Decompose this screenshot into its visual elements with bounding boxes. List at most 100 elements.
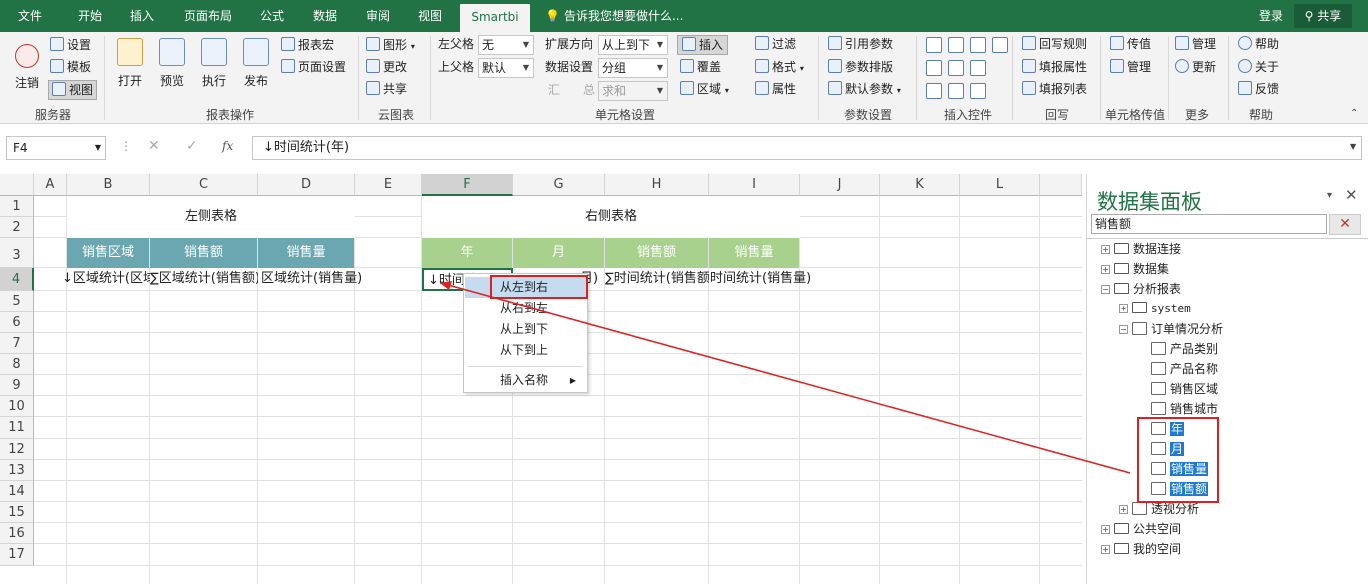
cell-c4[interactable]: ∑区域统计(销售额) [150,268,258,290]
collapse-ribbon-icon[interactable]: ⌃ [1350,108,1358,119]
left-table-title[interactable]: 左侧表格 [67,196,355,238]
expand-icon[interactable]: + [1101,245,1110,254]
tab-review[interactable]: 审阅 [358,0,398,32]
col-header-h[interactable]: H [605,174,709,196]
function-icon[interactable]: fx [222,139,233,153]
header-cell-right-sales-amount[interactable]: 销售额 [605,238,708,268]
row-header-16[interactable]: 16 [0,523,34,544]
tree-item-product-name[interactable]: 产品名称 [1151,360,1218,378]
tell-me-box[interactable]: 💡 告诉我您想要做什么... [545,0,683,32]
about-button[interactable]: 关于 [1238,58,1279,76]
dropdown-control-icon[interactable] [948,37,964,53]
header-cell-month[interactable]: 月 [513,238,604,268]
row-header-9[interactable]: 9 [0,375,34,396]
param-layout-button[interactable]: 参数排版 [828,58,893,76]
button-control-icon[interactable] [970,83,986,99]
report-macro-button[interactable]: 报表宏 [281,36,334,54]
close-icon[interactable]: ✕ [1345,186,1358,204]
preview-button[interactable]: 预览 [153,36,191,89]
tree-item-data-connection[interactable]: + 数据连接 [1101,240,1181,258]
header-cell-right-sales-qty[interactable]: 销售量 [709,238,799,268]
row-header-10[interactable]: 10 [0,396,34,417]
col-header-l[interactable]: L [960,174,1040,196]
header-cell-sales-qty[interactable]: 销售量 [258,238,354,268]
row-header-3[interactable]: 3 [0,238,34,268]
ref-params-button[interactable]: 引用参数 [828,35,893,53]
pass-value-button[interactable]: 传值 [1110,35,1151,53]
tree-item-system[interactable]: + system [1119,300,1191,318]
execute-button[interactable]: 执行 [195,36,233,89]
login-link[interactable]: 登录 [1259,0,1283,32]
attribute-button[interactable]: 属性 [755,80,796,98]
row-header-17[interactable]: 17 [0,544,34,566]
text-control-icon[interactable] [926,60,942,76]
share-button[interactable]: ⚲ 共享 [1294,4,1352,28]
fill-list-button[interactable]: 填报列表 [1022,80,1087,98]
filter-button[interactable]: 过滤 [755,35,796,53]
template-button[interactable]: 模板 [50,58,91,76]
menu-item-top-to-bottom[interactable]: 从上到下 [465,319,586,340]
row-header-8[interactable]: 8 [0,354,34,375]
cancel-icon[interactable]: ✕ [148,138,160,154]
page-setup-button[interactable]: 页面设置 [281,58,346,76]
open-button[interactable]: 打开 [111,36,149,89]
row-header-14[interactable]: 14 [0,481,34,502]
collapse-icon[interactable]: − [1119,325,1128,334]
radio-control-icon[interactable] [948,83,964,99]
expand-direction-select[interactable]: 从上到下 ▼ [598,35,668,55]
menu-item-right-to-left[interactable]: 从右到左 [465,298,586,319]
fill-attr-button[interactable]: 填报属性 [1022,58,1087,76]
tab-page-layout[interactable]: 页面布局 [176,0,240,32]
select-all-corner[interactable] [0,174,34,196]
tree-item-product-category[interactable]: 产品类别 [1151,340,1218,358]
default-params-button[interactable]: 默认参数 ▾ [828,80,901,100]
tab-formulas[interactable]: 公式 [252,0,292,32]
tab-insert[interactable]: 插入 [122,0,162,32]
col-header-c[interactable]: C [150,174,258,196]
formula-input[interactable]: ↓时间统计(年) [252,136,1362,160]
tab-smartbi[interactable]: Smartbi [460,4,530,32]
col-header-g[interactable]: G [513,174,605,196]
tree-control-icon[interactable] [970,60,986,76]
help-button[interactable]: 帮助 [1238,35,1279,53]
combo-control-icon[interactable] [926,37,942,53]
header-cell-sales-region[interactable]: 销售区域 [67,238,149,268]
col-header-j[interactable]: J [800,174,880,196]
expand-icon[interactable]: + [1119,505,1128,514]
col-header-d[interactable]: D [258,174,355,196]
row-header-6[interactable]: 6 [0,312,34,333]
chevron-down-icon[interactable]: ▾ [1327,190,1332,201]
right-table-title[interactable]: 右侧表格 [422,196,800,238]
feedback-button[interactable]: 反馈 [1238,80,1279,98]
col-header-k[interactable]: K [880,174,960,196]
tree-item-order-analysis[interactable]: − 订单情况分析 [1119,320,1223,338]
view-button[interactable]: 视图 [48,80,98,100]
row-header-2[interactable]: 2 [0,217,34,238]
expand-icon[interactable]: + [1101,265,1110,274]
more-update-button[interactable]: 更新 [1175,58,1216,76]
tree-item-my-space[interactable]: + 我的空间 [1101,540,1181,558]
area-button[interactable]: 区域 ▾ [680,80,729,100]
more-manage-button[interactable]: 管理 [1175,35,1216,53]
top-parent-select[interactable]: 默认 ▼ [478,58,534,78]
tab-home[interactable]: 开始 [70,0,110,32]
row-header-4[interactable]: 4 [0,268,34,291]
name-box[interactable]: F4 ▼ [6,136,106,160]
data-settings-select[interactable]: 分组 ▼ [598,58,668,78]
cell-b4[interactable]: ↓区域统计(区域) [62,268,150,290]
row-header-12[interactable]: 12 [0,439,34,460]
tree-item-analysis-reports[interactable]: − 分析报表 [1101,280,1181,298]
tab-data[interactable]: 数据 [305,0,345,32]
tab-file[interactable]: 文件 [8,0,52,32]
col-header-e[interactable]: E [355,174,422,196]
cell-i4[interactable]: 时间统计(销售量) [710,268,810,290]
cover-mode-button[interactable]: 覆盖 [680,58,721,76]
tree-item-public-space[interactable]: + 公共空间 [1101,520,1181,538]
tab-view[interactable]: 视图 [410,0,450,32]
col-header-a[interactable]: A [34,174,67,196]
expand-formula-icon[interactable]: ▼ [1350,142,1356,151]
insert-mode-button[interactable]: 插入 [677,35,729,55]
expand-icon[interactable]: + [1101,525,1110,534]
left-parent-select[interactable]: 无 ▼ [478,35,534,55]
tree-item-datasets[interactable]: + 数据集 [1101,260,1169,278]
